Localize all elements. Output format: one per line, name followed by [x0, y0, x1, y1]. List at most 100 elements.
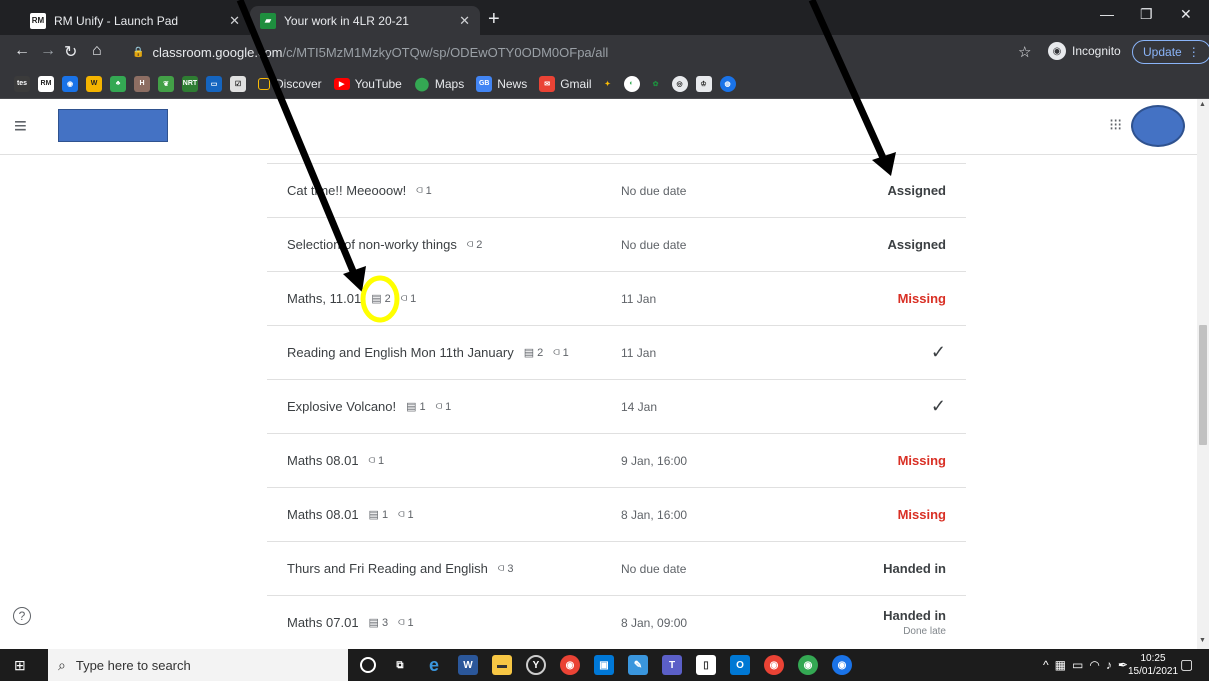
- table-row[interactable]: Cat time!! Meeooow! ⫏ 1 No due date Assigned: [267, 164, 966, 218]
- cortana-icon[interactable]: [360, 657, 376, 673]
- status-text: Missing: [897, 453, 946, 468]
- table-row[interactable]: Maths 08.01 ⫏ 1 9 Jan, 16:00 Missing: [267, 434, 966, 488]
- h-bookmark-icon[interactable]: H: [134, 75, 150, 92]
- avatar[interactable]: [1131, 105, 1185, 147]
- main-menu-icon[interactable]: ≡: [14, 113, 27, 139]
- due-date: No due date: [621, 561, 687, 576]
- scroll-down-icon[interactable]: ▼: [1199, 637, 1206, 644]
- minimize-icon[interactable]: —: [1100, 6, 1114, 22]
- app-circle-icon[interactable]: Y: [526, 655, 546, 675]
- bookmark-news[interactable]: GB News: [476, 75, 527, 92]
- leaf2-bookmark-icon[interactable]: ✿: [648, 76, 664, 92]
- status-badge: Assigned: [887, 164, 946, 217]
- update-button[interactable]: Update ⋮: [1132, 40, 1209, 64]
- google-apps-icon[interactable]: ⁝⁝⁝: [1109, 115, 1122, 135]
- close-tab-icon[interactable]: ✕: [459, 13, 470, 29]
- attachment-count-value: 1: [407, 616, 414, 629]
- attachment-count: ⫏ 3: [498, 562, 514, 575]
- comment-count: ▤ 2: [371, 292, 391, 306]
- checkbox-bookmark-icon[interactable]: ☑: [230, 75, 246, 92]
- close-tab-icon[interactable]: ✕: [229, 13, 240, 29]
- tv-bookmark-icon[interactable]: ▭: [206, 75, 222, 92]
- document-icon[interactable]: ▯: [696, 655, 716, 675]
- tab-rm-unify[interactable]: RM RM Unify - Launch Pad ✕: [20, 6, 250, 35]
- chat-bookmark-icon[interactable]: ◉: [62, 75, 78, 92]
- table-row[interactable]: Maths, 11.01 ▤ 2 ⫏ 1 11 Jan Missing: [267, 272, 966, 326]
- chrome-profile-1-icon[interactable]: ◉: [764, 655, 784, 675]
- address-bar[interactable]: 🔒 classroom.google.com /c/MTI5MzM1MzkyOT…: [132, 39, 1032, 65]
- notes-icon[interactable]: ✎: [628, 655, 648, 675]
- earth-bookmark-icon[interactable]: ◍: [719, 75, 736, 92]
- task-view-icon[interactable]: ⧉: [390, 655, 410, 675]
- pen-icon[interactable]: ✒: [1118, 658, 1128, 672]
- tray-expand-icon[interactable]: ^: [1043, 658, 1049, 672]
- new-tab-icon[interactable]: +: [488, 9, 500, 29]
- home-icon[interactable]: ⌂: [92, 42, 102, 60]
- word-icon[interactable]: W: [458, 655, 478, 675]
- tes-bookmark-icon[interactable]: tes: [14, 75, 30, 92]
- comment-icon: ▤: [523, 347, 535, 359]
- table-row[interactable]: Explosive Volcano! ▤ 1 ⫏ 1 14 Jan ✓: [267, 380, 966, 434]
- attachment-count: ⫏ 1: [398, 616, 414, 629]
- taskbar-clock[interactable]: 10:25 15/01/2021: [1128, 652, 1178, 678]
- remote-desktop-icon[interactable]: ▣: [594, 655, 614, 675]
- status-badge: ✓: [931, 380, 946, 433]
- table-row[interactable]: Selection of non-worky things ⫏ 2 No due da…: [267, 218, 966, 272]
- circle-bookmark-icon[interactable]: ◐: [623, 75, 640, 92]
- bookmark-gmail[interactable]: ✉ Gmail: [539, 75, 592, 92]
- status-text: Handed in: [883, 561, 946, 576]
- bird-bookmark-icon[interactable]: ❦: [158, 75, 174, 92]
- comment-count-value: 2: [384, 292, 391, 305]
- table-row[interactable]: Reading and English Mon 11th January ▤ 2 ⫏ 1…: [267, 326, 966, 380]
- nrt-bookmark-icon[interactable]: NRT: [182, 75, 198, 92]
- file-explorer-icon[interactable]: ▬: [492, 655, 512, 675]
- scrollbar-thumb[interactable]: [1199, 325, 1207, 445]
- incognito-icon: ◉: [1048, 42, 1066, 60]
- table-row[interactable]: Thurs and Fri Reading and English ⫏ 3 No du…: [267, 542, 966, 596]
- tab-your-work[interactable]: ▰ Your work in 4LR 20-21 ✕: [250, 6, 480, 35]
- battery-icon[interactable]: ▭: [1072, 658, 1083, 672]
- wifi-icon[interactable]: ◠: [1089, 658, 1099, 672]
- bookmark-discover[interactable]: Discover: [258, 77, 322, 91]
- assignment-title: Maths 08.01 ▤ 1 ⫏ 1: [287, 488, 414, 541]
- chrome-profile-2-icon[interactable]: ◉: [798, 655, 818, 675]
- reload-icon[interactable]: ↻: [64, 42, 77, 62]
- bookmark-star-icon[interactable]: ☆: [1018, 43, 1031, 61]
- chrome-icon[interactable]: ◉: [560, 655, 580, 675]
- back-icon[interactable]: ←: [14, 42, 30, 60]
- incognito-indicator[interactable]: ◉ Incognito: [1048, 42, 1121, 60]
- teams-icon[interactable]: T: [662, 655, 682, 675]
- crown-bookmark-icon[interactable]: ♔: [695, 75, 712, 92]
- url-path: /c/MTI5MzM1MzkyOTQw/sp/ODEwOTY0ODM0OFpa/…: [282, 44, 609, 60]
- taskbar-search[interactable]: ⌕ Type here to search: [48, 649, 348, 681]
- outlook-icon[interactable]: O: [730, 655, 750, 675]
- status-subtext: Done late: [903, 626, 946, 637]
- assignment-title-text: Cat time!! Meeooow!: [287, 183, 407, 198]
- table-row[interactable]: Maths 07.01 ▤ 3 ⫏ 1 8 Jan, 09:00 Handed in Done…: [267, 596, 966, 649]
- checkmark-icon: ✓: [930, 342, 946, 362]
- close-window-icon[interactable]: ✕: [1180, 6, 1192, 23]
- assignment-title-text: Maths 07.01: [287, 615, 359, 630]
- bookmark-youtube[interactable]: ▶ YouTube: [333, 77, 402, 91]
- w-bookmark-icon[interactable]: W: [86, 75, 102, 92]
- rm-bookmark-icon[interactable]: RM: [38, 75, 54, 92]
- chrome-profile-3-icon[interactable]: ◉: [832, 655, 852, 675]
- table-row[interactable]: Maths 08.01 ▤ 1 ⫏ 1 8 Jan, 16:00 Missing: [267, 488, 966, 542]
- volume-icon[interactable]: ♪: [1106, 658, 1112, 672]
- tray-app-icon[interactable]: ▦: [1055, 658, 1066, 672]
- pin-bookmark-icon[interactable]: ✦: [600, 76, 616, 92]
- forward-icon[interactable]: →: [40, 42, 56, 60]
- help-icon[interactable]: ?: [13, 607, 31, 625]
- scroll-up-icon[interactable]: ▲: [1199, 101, 1206, 108]
- bookmark-maps[interactable]: ⬤ Maps: [414, 76, 465, 92]
- windows-start-icon[interactable]: ⊞: [14, 657, 26, 674]
- leaf-bookmark-icon[interactable]: ♣: [110, 75, 126, 92]
- due-date: 8 Jan, 16:00: [621, 507, 688, 522]
- due-date: 9 Jan, 16:00: [621, 453, 688, 468]
- restore-icon[interactable]: ❐: [1140, 6, 1153, 23]
- globe-bookmark-icon[interactable]: ◎: [671, 75, 688, 92]
- paperclip-icon: ⫏: [466, 238, 474, 250]
- edge-icon[interactable]: e: [424, 655, 444, 675]
- discover-icon: [258, 77, 270, 90]
- notifications-icon[interactable]: ▢: [1180, 656, 1193, 673]
